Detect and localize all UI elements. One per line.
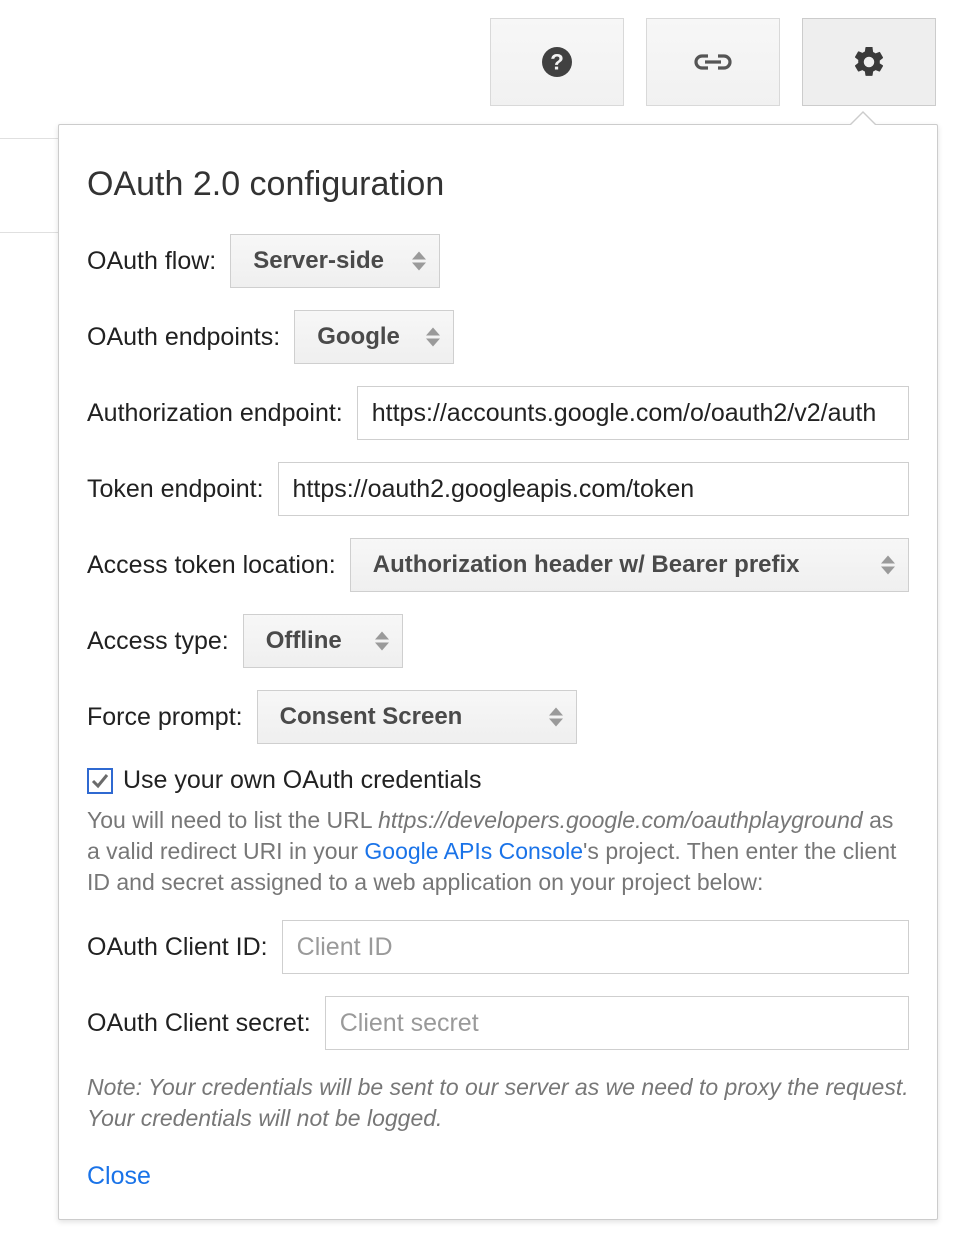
select-value: Consent Screen	[280, 703, 463, 731]
client-id-row: OAuth Client ID:	[87, 920, 909, 974]
select-value: Server-side	[253, 247, 384, 275]
use-own-credentials-label: Use your own OAuth credentials	[123, 766, 482, 795]
access-type-select[interactable]: Offline	[243, 614, 403, 668]
access-token-location-row: Access token location: Authorization hea…	[87, 538, 909, 592]
select-value: Offline	[266, 627, 342, 655]
client-secret-label: OAuth Client secret:	[87, 1009, 311, 1038]
oauth-endpoints-select[interactable]: Google	[294, 310, 454, 364]
access-token-location-select[interactable]: Authorization header w/ Bearer prefix	[350, 538, 909, 592]
access-token-location-label: Access token location:	[87, 551, 336, 580]
credentials-help-text: You will need to list the URL https://de…	[87, 805, 909, 898]
client-id-label: OAuth Client ID:	[87, 933, 268, 962]
force-prompt-label: Force prompt:	[87, 703, 243, 732]
link-icon	[691, 50, 735, 74]
credentials-note: Note: Your credentials will be sent to o…	[87, 1072, 909, 1134]
token-endpoint-label: Token endpoint:	[87, 475, 264, 504]
client-secret-row: OAuth Client secret:	[87, 996, 909, 1050]
force-prompt-row: Force prompt: Consent Screen	[87, 690, 909, 744]
client-id-input[interactable]	[282, 920, 909, 974]
divider	[0, 232, 60, 233]
svg-text:?: ?	[550, 50, 564, 75]
link-button[interactable]	[646, 18, 780, 106]
chevron-up-down-icon	[374, 632, 390, 651]
token-endpoint-row: Token endpoint:	[87, 462, 909, 516]
access-type-row: Access type: Offline	[87, 614, 909, 668]
close-link[interactable]: Close	[87, 1162, 151, 1191]
authorization-endpoint-input[interactable]	[357, 386, 909, 440]
toolbar: ?	[490, 18, 936, 106]
google-apis-console-link[interactable]: Google APIs Console	[364, 838, 583, 864]
chevron-up-down-icon	[548, 708, 564, 727]
oauth-endpoints-row: OAuth endpoints: Google	[87, 310, 909, 364]
client-secret-input[interactable]	[325, 996, 909, 1050]
authorization-endpoint-row: Authorization endpoint:	[87, 386, 909, 440]
panel-title: OAuth 2.0 configuration	[87, 165, 909, 204]
oauth-flow-select[interactable]: Server-side	[230, 234, 440, 288]
settings-button[interactable]	[802, 18, 936, 106]
use-own-credentials-checkbox[interactable]	[87, 768, 113, 794]
oauth-endpoints-label: OAuth endpoints:	[87, 323, 280, 352]
oauth-flow-row: OAuth flow: Server-side	[87, 234, 909, 288]
select-value: Google	[317, 323, 400, 351]
chevron-up-down-icon	[880, 556, 896, 575]
token-endpoint-input[interactable]	[278, 462, 909, 516]
access-type-label: Access type:	[87, 627, 229, 656]
divider	[0, 138, 60, 139]
use-own-credentials-row: Use your own OAuth credentials	[87, 766, 909, 795]
help-icon: ?	[539, 44, 575, 80]
authorization-endpoint-label: Authorization endpoint:	[87, 399, 343, 428]
oauth-config-panel: OAuth 2.0 configuration OAuth flow: Serv…	[58, 124, 938, 1220]
select-value: Authorization header w/ Bearer prefix	[373, 551, 800, 579]
chevron-up-down-icon	[411, 252, 427, 271]
oauth-flow-label: OAuth flow:	[87, 247, 216, 276]
chevron-up-down-icon	[425, 328, 441, 347]
force-prompt-select[interactable]: Consent Screen	[257, 690, 577, 744]
gear-icon	[851, 44, 887, 80]
help-button[interactable]: ?	[490, 18, 624, 106]
